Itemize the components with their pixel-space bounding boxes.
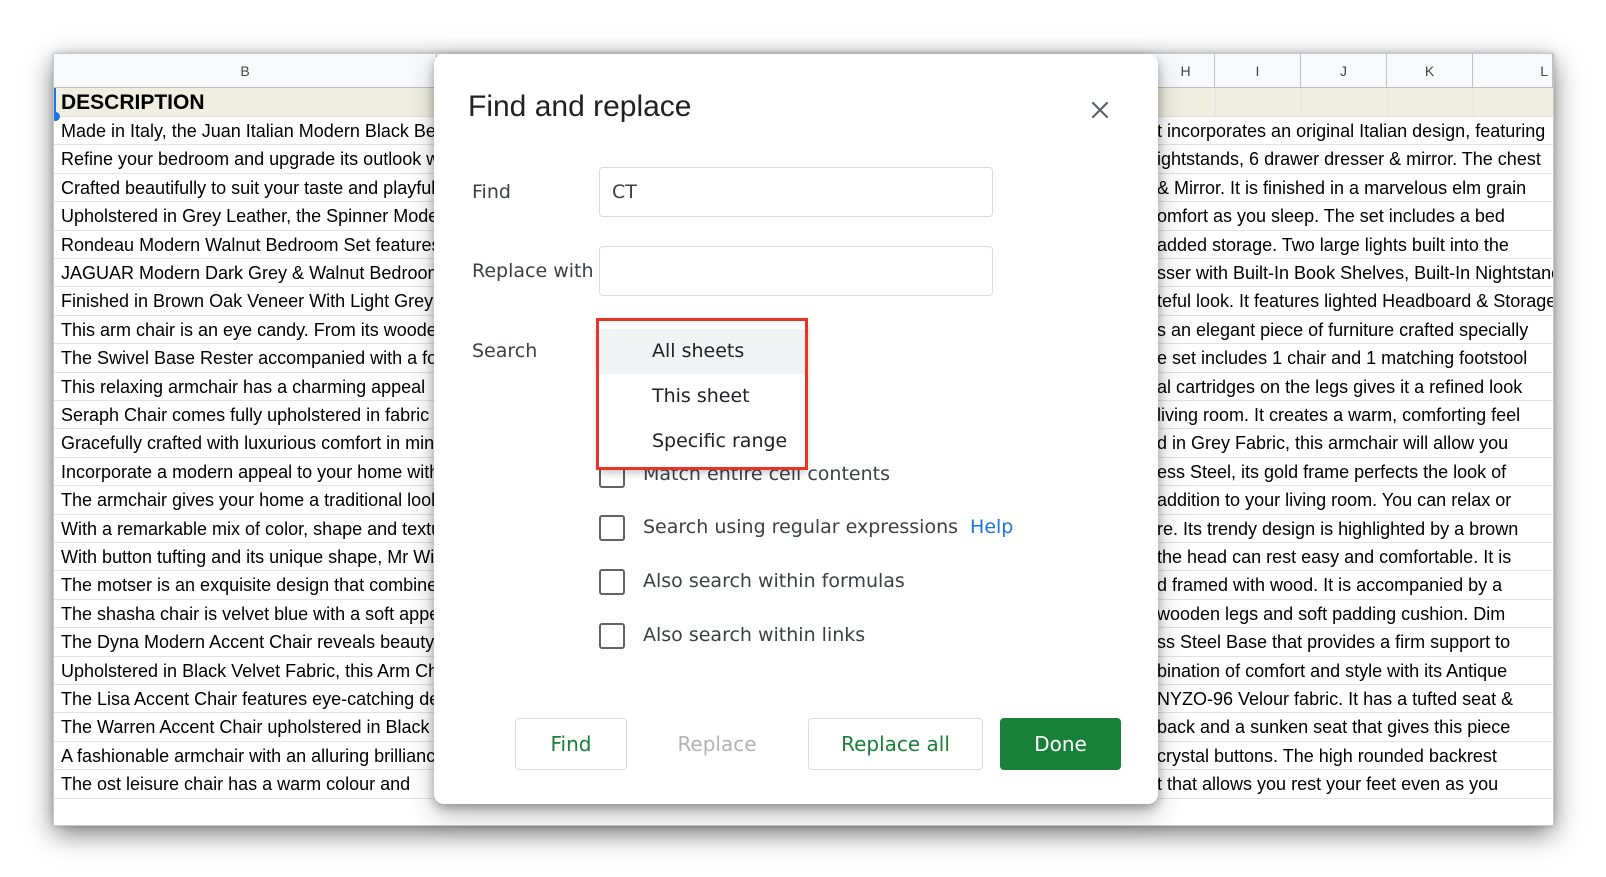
regex-label: Search using regular expressions: [643, 516, 959, 538]
overflow-text-cell[interactable]: crystal buttons. The high rounded backre…: [1157, 742, 1553, 770]
column-divider: [1473, 88, 1474, 117]
dialog-title: Find and replace: [468, 90, 692, 123]
column-header-j[interactable]: J: [1301, 54, 1387, 88]
done-button[interactable]: Done: [1000, 718, 1121, 770]
description-cell[interactable]: Refine your bedroom and upgrade its outl…: [61, 145, 437, 173]
description-cell[interactable]: With a remarkable mix of color, shape an…: [61, 515, 437, 543]
close-icon[interactable]: [1088, 98, 1112, 122]
column-header-b[interactable]: B: [54, 54, 437, 88]
overflow-text-cell[interactable]: wooden legs and soft padding cushion. Di…: [1157, 600, 1553, 628]
search-links-label: Also search within links: [643, 624, 866, 646]
search-scope-dropdown[interactable]: All sheets This sheet Specific range: [599, 321, 806, 470]
description-cell[interactable]: Rondeau Modern Walnut Bedroom Set featur…: [61, 231, 437, 259]
description-cell[interactable]: This relaxing armchair has a charming ap…: [61, 373, 437, 401]
overflow-text-cell[interactable]: ess Steel, its gold frame perfects the l…: [1157, 458, 1553, 486]
overflow-text-cell[interactable]: back and a sunken seat that gives this p…: [1157, 713, 1553, 741]
find-replace-dialog: Find and replace Find CT Replace with Se…: [434, 54, 1158, 804]
overflow-text-cell[interactable]: living room. It creates a warm, comforti…: [1157, 401, 1553, 429]
overflow-text-cell[interactable]: teful look. It features lighted Headboar…: [1157, 287, 1553, 315]
description-cell[interactable]: The armchair gives your home a tradition…: [61, 486, 437, 514]
search-formulas-option[interactable]: Also search within formulas: [599, 569, 939, 597]
overflow-text-cell[interactable]: ss Steel Base that provides a firm suppo…: [1157, 628, 1553, 656]
overflow-text-cell[interactable]: bination of comfort and style with its A…: [1157, 657, 1553, 685]
help-link[interactable]: Help: [970, 516, 1013, 538]
description-cell[interactable]: With button tufting and its unique shape…: [61, 543, 437, 571]
description-cell[interactable]: JAGUAR Modern Dark Grey & Walnut Bedroom…: [61, 259, 437, 287]
description-header-cell[interactable]: DESCRIPTION: [61, 88, 437, 117]
description-cell[interactable]: The Warren Accent Chair upholstered in B…: [61, 713, 437, 741]
column-header-k[interactable]: K: [1387, 54, 1473, 88]
find-button[interactable]: Find: [515, 718, 627, 770]
find-input[interactable]: CT: [599, 167, 993, 217]
regex-option[interactable]: Search using regular expressions Help: [599, 515, 1019, 543]
description-cell[interactable]: The Swivel Base Rester accompanied with …: [61, 344, 437, 372]
overflow-text-cell[interactable]: d in Grey Fabric, this armchair will all…: [1157, 429, 1553, 457]
overflow-text-cell[interactable]: omfort as you sleep. The set includes a …: [1157, 202, 1553, 230]
description-cell[interactable]: The Dyna Modern Accent Chair reveals bea…: [61, 628, 437, 656]
replace-with-input[interactable]: [599, 246, 993, 296]
search-formulas-label: Also search within formulas: [643, 570, 905, 592]
option-specific-range[interactable]: Specific range: [599, 419, 806, 464]
overflow-text-cell[interactable]: the head can rest easy and comfortable. …: [1157, 543, 1553, 571]
description-cell[interactable]: This arm chair is an eye candy. From its…: [61, 316, 437, 344]
column-header-h[interactable]: H: [1157, 54, 1215, 88]
replace-all-button[interactable]: Replace all: [808, 718, 983, 770]
column-header-l[interactable]: L: [1473, 54, 1553, 88]
option-all-sheets[interactable]: All sheets: [599, 329, 806, 374]
description-cell[interactable]: The shasha chair is velvet blue with a s…: [61, 600, 437, 628]
description-cell[interactable]: The motser is an exquisite design that c…: [61, 571, 437, 599]
find-label: Find: [472, 181, 511, 203]
replace-button[interactable]: Replace: [644, 718, 790, 770]
overflow-text-cell[interactable]: NYZO-96 Velour fabric. It has a tufted s…: [1157, 685, 1553, 713]
description-cell[interactable]: Made in Italy, the Juan Italian Modern B…: [61, 117, 437, 145]
overflow-text-cell[interactable]: t incorporates an original Italian desig…: [1157, 117, 1553, 145]
overflow-text-cell[interactable]: addition to your living room. You can re…: [1157, 486, 1553, 514]
description-cell[interactable]: Seraph Chair comes fully upholstered in …: [61, 401, 437, 429]
regex-label-wrap: Search using regular expressions Help: [643, 516, 1013, 538]
overflow-text-cell[interactable]: e set includes 1 chair and 1 matching fo…: [1157, 344, 1553, 372]
description-cell[interactable]: The ost leisure chair has a warm colour …: [61, 770, 437, 798]
overflow-text-cell[interactable]: re. Its trendy design is highlighted by …: [1157, 515, 1553, 543]
column-divider: [1387, 88, 1388, 117]
overflow-text-cell[interactable]: ightstands, 6 drawer dresser & mirror. T…: [1157, 145, 1553, 173]
column-header-i[interactable]: I: [1215, 54, 1301, 88]
description-cell[interactable]: Finished in Brown Oak Veneer With Light …: [61, 287, 437, 315]
description-cell[interactable]: Crafted beautifully to suit your taste a…: [61, 174, 437, 202]
option-this-sheet[interactable]: This sheet: [599, 374, 806, 419]
description-cell[interactable]: Gracefully crafted with luxurious comfor…: [61, 429, 437, 457]
search-label: Search: [472, 340, 538, 362]
description-cell[interactable]: Upholstered in Grey Leather, the Spinner…: [61, 202, 437, 230]
overflow-text-cell[interactable]: added storage. Two large lights built in…: [1157, 231, 1553, 259]
regex-checkbox[interactable]: [599, 515, 625, 541]
description-cell[interactable]: The Lisa Accent Chair features eye-catch…: [61, 685, 437, 713]
search-links-option[interactable]: Also search within links: [599, 623, 939, 651]
replace-with-label: Replace with: [472, 260, 594, 282]
column-divider: [1215, 88, 1216, 117]
description-cell[interactable]: A fashionable armchair with an alluring …: [61, 742, 437, 770]
overflow-text-cell[interactable]: sser with Built-In Book Shelves, Built-I…: [1157, 259, 1553, 287]
description-cell[interactable]: Incorporate a modern appeal to your home…: [61, 458, 437, 486]
overflow-text-cell[interactable]: & Mirror. It is finished in a marvelous …: [1157, 174, 1553, 202]
search-links-checkbox[interactable]: [599, 623, 625, 649]
overflow-text-cell[interactable]: t that allows you rest your feet even as…: [1157, 770, 1553, 798]
search-formulas-checkbox[interactable]: [599, 569, 625, 595]
description-cell[interactable]: Upholstered in Black Velvet Fabric, this…: [61, 657, 437, 685]
column-divider: [1301, 88, 1302, 117]
overflow-text-cell[interactable]: s an elegant piece of furniture crafted …: [1157, 316, 1553, 344]
overflow-text-cell[interactable]: al cartridges on the legs gives it a ref…: [1157, 373, 1553, 401]
overflow-text-cell[interactable]: d framed with wood. It is accompanied by…: [1157, 571, 1553, 599]
